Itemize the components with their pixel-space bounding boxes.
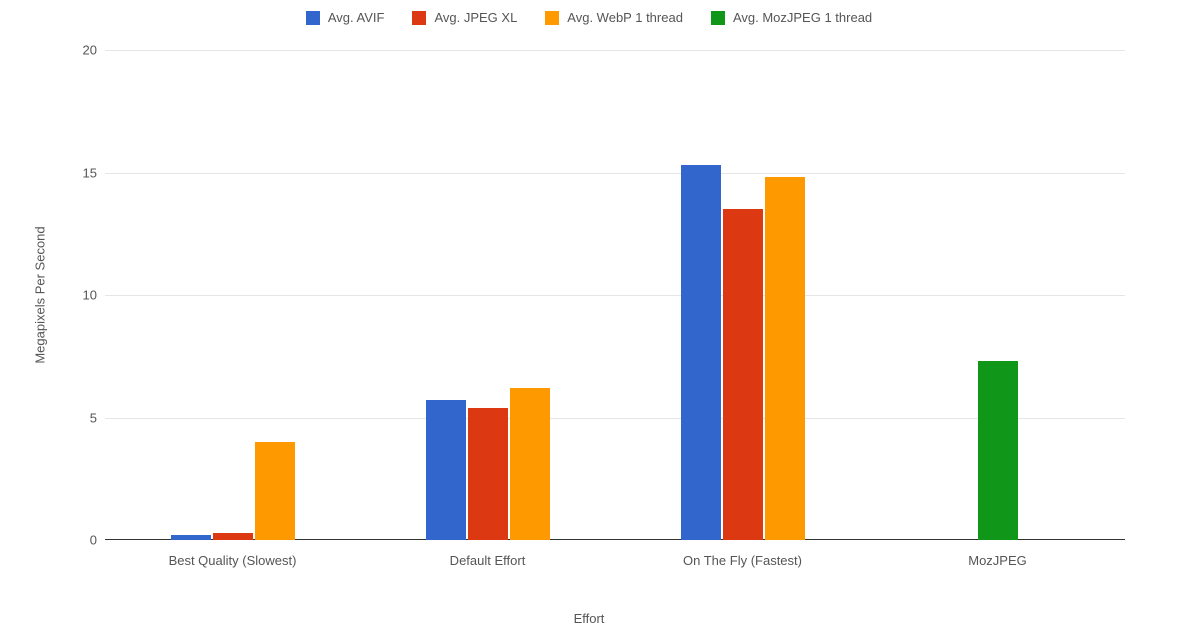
legend-label: Avg. WebP 1 thread [567, 10, 683, 25]
x-tick-label: Default Effort [450, 553, 526, 568]
legend-item: Avg. WebP 1 thread [545, 10, 683, 25]
gridline [105, 50, 1125, 51]
bar [171, 535, 211, 540]
legend-item: Avg. AVIF [306, 10, 385, 25]
gridline [105, 173, 1125, 174]
legend: Avg. AVIF Avg. JPEG XL Avg. WebP 1 thread A… [0, 10, 1178, 25]
bar [426, 400, 466, 540]
bar [978, 361, 1018, 540]
y-tick-label: 10 [73, 288, 97, 303]
legend-label: Avg. JPEG XL [434, 10, 517, 25]
y-tick-label: 15 [73, 165, 97, 180]
x-tick-label: MozJPEG [968, 553, 1027, 568]
legend-swatch [711, 11, 725, 25]
chart-container: Avg. AVIF Avg. JPEG XL Avg. WebP 1 thread A… [0, 0, 1178, 638]
legend-swatch [545, 11, 559, 25]
legend-item: Avg. JPEG XL [412, 10, 517, 25]
gridline [105, 295, 1125, 296]
bar [510, 388, 550, 540]
gridline [105, 418, 1125, 419]
bar [468, 408, 508, 540]
x-tick-label: On The Fly (Fastest) [683, 553, 802, 568]
y-axis-title: Megapixels Per Second [33, 226, 48, 363]
plot-area: 05101520Best Quality (Slowest)Default Ef… [105, 50, 1125, 540]
y-tick-label: 0 [73, 533, 97, 548]
legend-item: Avg. MozJPEG 1 thread [711, 10, 872, 25]
legend-label: Avg. MozJPEG 1 thread [733, 10, 872, 25]
bar [213, 533, 253, 540]
legend-label: Avg. AVIF [328, 10, 385, 25]
y-tick-label: 20 [73, 43, 97, 58]
bar [723, 209, 763, 540]
bar [255, 442, 295, 540]
bar [765, 177, 805, 540]
x-axis-title: Effort [574, 611, 605, 626]
bar [681, 165, 721, 540]
y-tick-label: 5 [73, 410, 97, 425]
x-tick-label: Best Quality (Slowest) [169, 553, 297, 568]
legend-swatch [412, 11, 426, 25]
legend-swatch [306, 11, 320, 25]
